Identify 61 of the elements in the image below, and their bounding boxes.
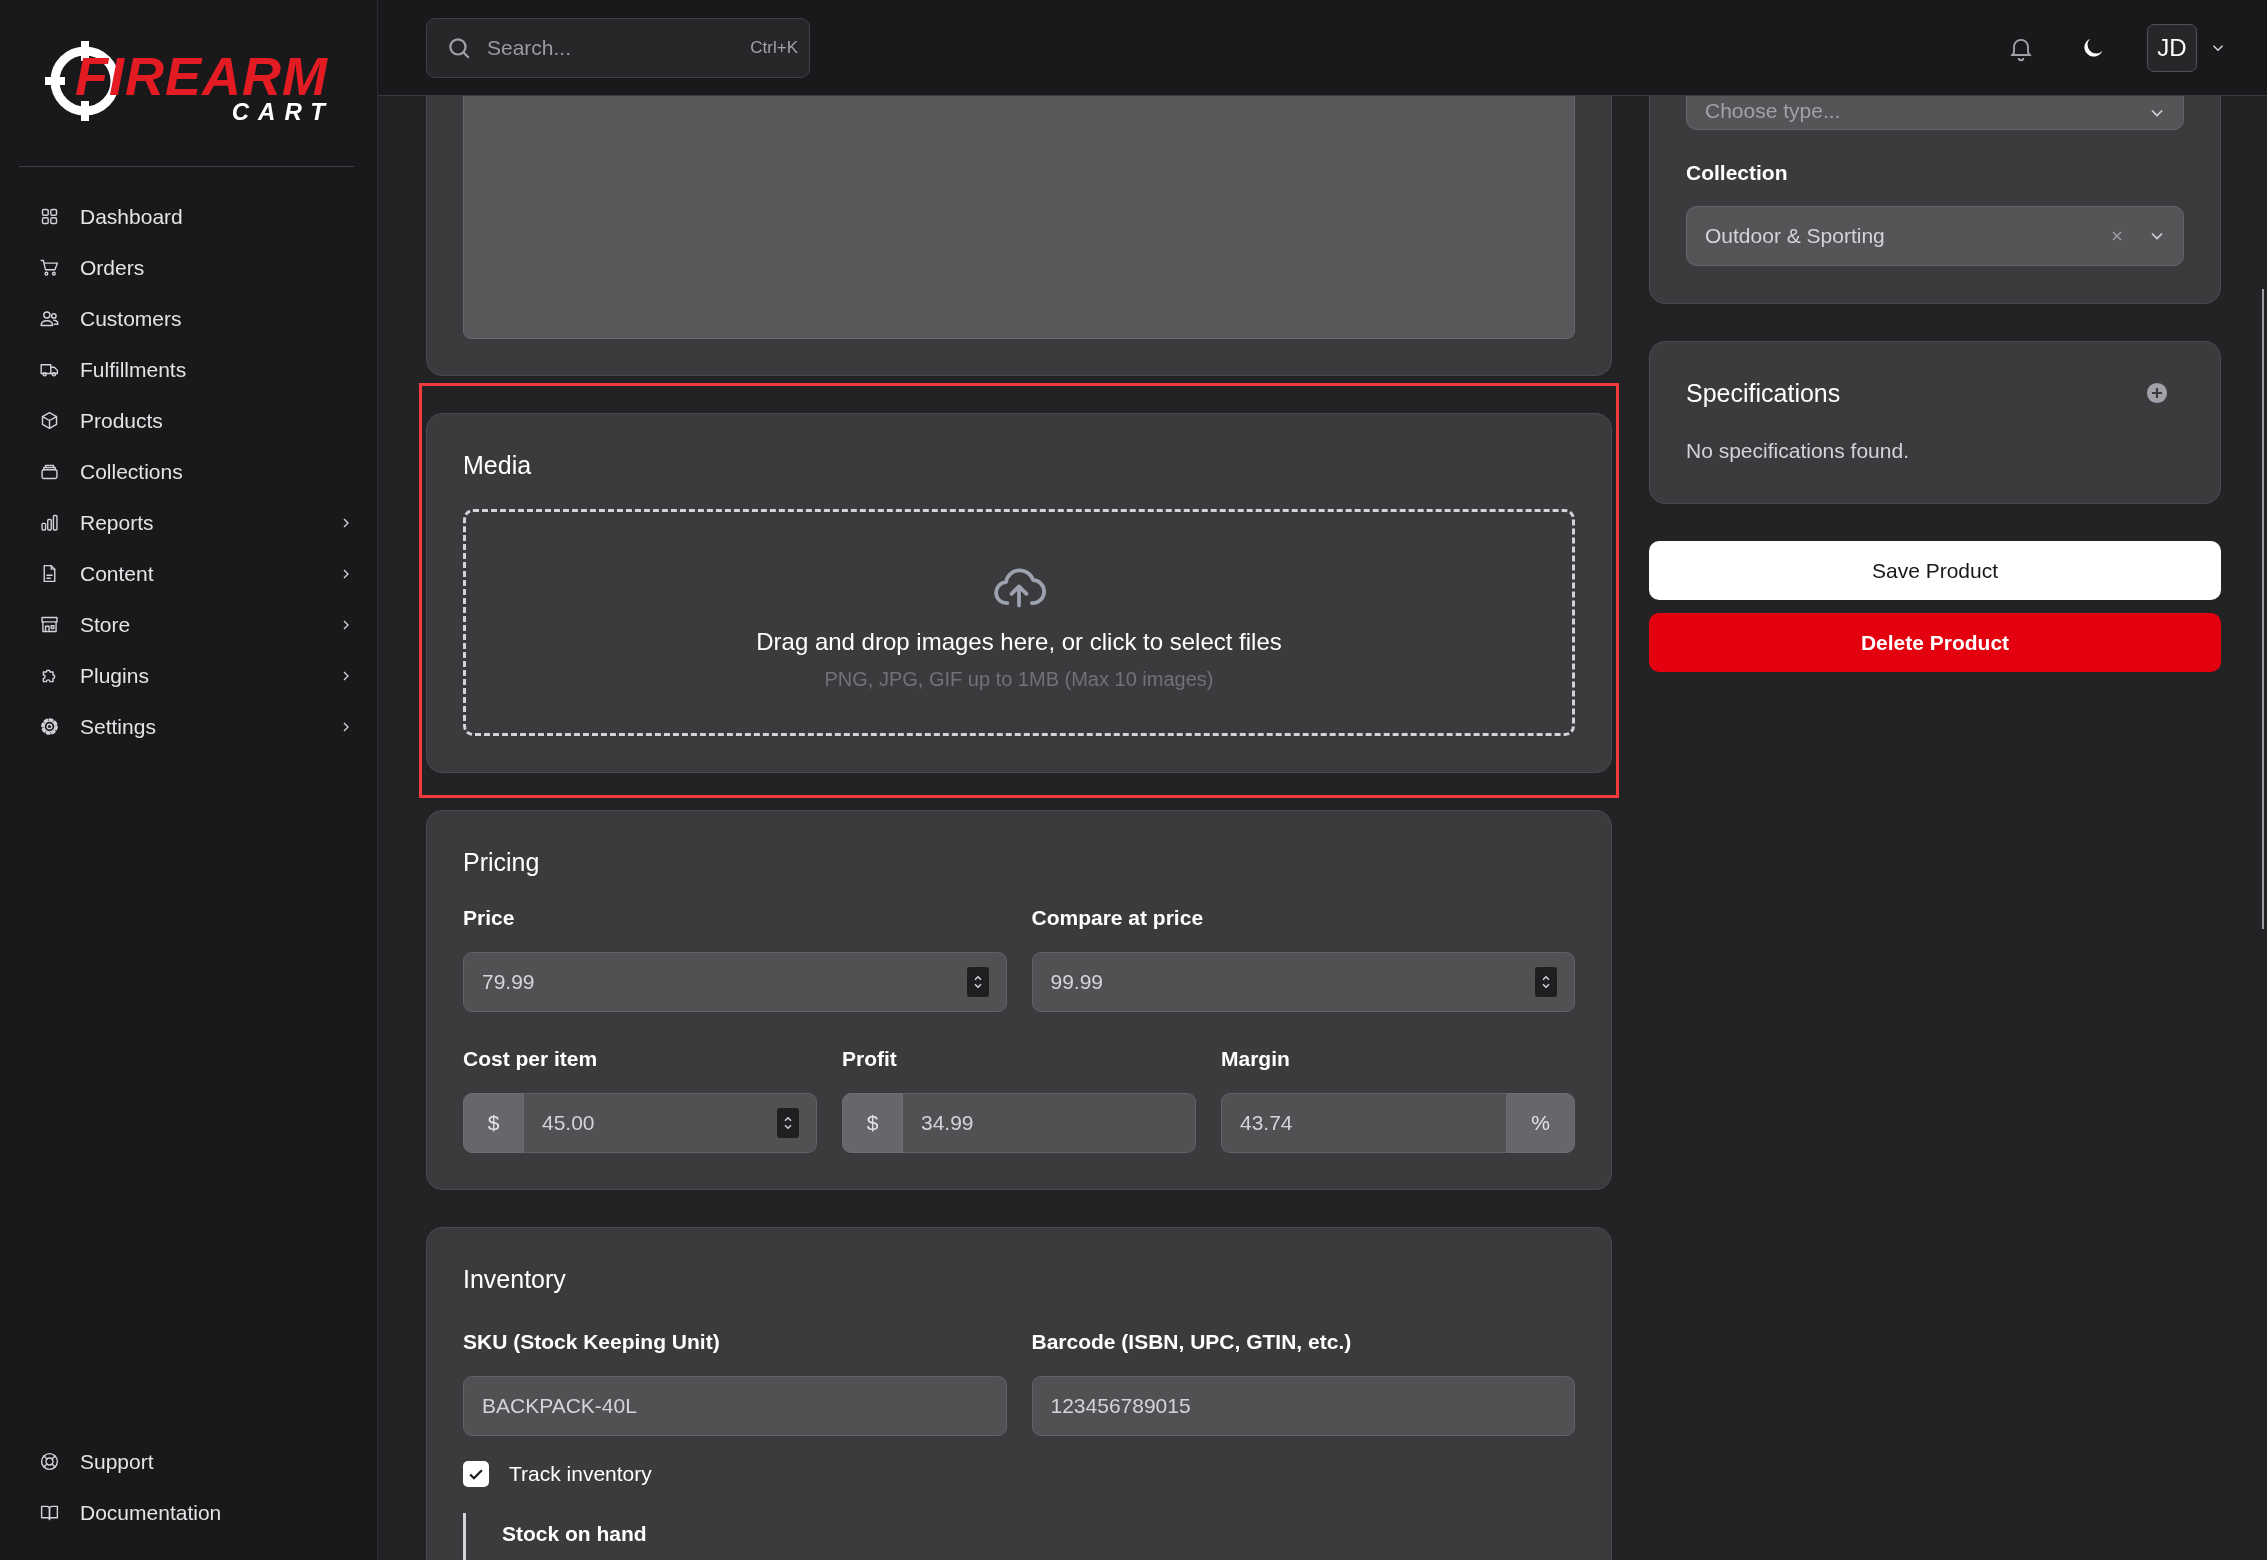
nav-item[interactable]: Products: [19, 395, 354, 446]
nav-item[interactable]: Dashboard: [19, 191, 354, 242]
stepper-button[interactable]: [1535, 967, 1557, 997]
nav-item[interactable]: Store: [19, 599, 354, 650]
field-label: Profit: [842, 1047, 898, 1071]
nav-item[interactable]: Reports: [19, 497, 354, 548]
field-label: Margin: [1221, 1047, 1291, 1071]
nav-item[interactable]: Content: [19, 548, 354, 599]
add-icon[interactable]: [2146, 382, 2168, 404]
storefront-icon: [39, 614, 60, 635]
section-title: Inventory: [463, 1264, 567, 1294]
cube-icon: [39, 410, 60, 431]
drop-zone[interactable]: Drag and drop images here, or click to select files PNG, JPG, GIF up to 1MB (Max 10 images): [463, 509, 1575, 736]
input-field[interactable]: 79.99: [463, 952, 1007, 1012]
input-field[interactable]: 34.99: [903, 1093, 1196, 1153]
nav-item[interactable]: Documentation: [19, 1487, 354, 1538]
field-label: SKU (Stock Keeping Unit): [463, 1330, 721, 1354]
bar-chart-icon: [39, 512, 60, 533]
nav-item[interactable]: Collections: [19, 446, 354, 497]
field-label: Price: [463, 906, 516, 930]
input-field[interactable]: 43.74: [1221, 1093, 1506, 1153]
drop-instructions: Drag and drop images here, or click to select files: [756, 628, 1282, 656]
checkbox[interactable]: [463, 1461, 489, 1487]
section-title: Specifications: [1686, 378, 1841, 408]
field-label: Barcode (ISBN, UPC, GTIN, etc.): [1031, 1330, 1353, 1354]
section-title: Pricing: [463, 847, 541, 877]
currency-prefix: $: [463, 1093, 524, 1153]
nav-item[interactable]: Support: [19, 1436, 354, 1487]
nav-item[interactable]: Fulfillments: [19, 344, 354, 395]
user-avatar[interactable]: JD: [2147, 23, 2197, 72]
percent-suffix: %: [1506, 1093, 1575, 1153]
nav-item[interactable]: Orders: [19, 242, 354, 293]
cart-icon: [39, 257, 60, 278]
nav-item[interactable]: Settings: [19, 701, 354, 752]
checkbox-label: Track inventory: [509, 1462, 652, 1486]
field-label: Cost per item: [463, 1047, 599, 1071]
empty-message: No specifications found.: [1686, 439, 1910, 463]
delete-button[interactable]: Delete Product: [1649, 613, 2221, 672]
nav-item[interactable]: Plugins: [19, 650, 354, 701]
lifebuoy-icon: [39, 1451, 60, 1472]
input-field[interactable]: BACKPACK-40L: [463, 1376, 1007, 1436]
users-icon: [39, 308, 60, 329]
field-label: Stock on hand: [502, 1522, 647, 1545]
shortcut-hint: Ctrl+K: [750, 37, 798, 58]
stepper-button[interactable]: [777, 1108, 799, 1138]
scrollbar-thumb[interactable]: [2262, 289, 2264, 929]
input-field[interactable]: 123456789015: [1031, 1376, 1575, 1436]
save-button[interactable]: Save Product: [1649, 541, 2221, 600]
logo-tagline: CART: [231, 100, 334, 124]
input-field[interactable]: 99.99: [1031, 952, 1575, 1012]
stepper-button[interactable]: [966, 967, 989, 997]
grid-icon: [39, 206, 60, 227]
nav-item[interactable]: Customers: [19, 293, 354, 344]
file-hint: PNG, JPG, GIF up to 1MB (Max 10 images): [824, 668, 1214, 691]
section-title: Media: [463, 450, 533, 480]
field-label: Compare at price: [1031, 906, 1205, 930]
select-field[interactable]: Outdoor & Sporting: [1686, 206, 2184, 266]
settings-icon: [39, 716, 60, 737]
field-label: Collection: [1686, 161, 1789, 185]
currency-prefix: $: [842, 1093, 903, 1153]
input-field[interactable]: 45.00: [524, 1093, 817, 1153]
